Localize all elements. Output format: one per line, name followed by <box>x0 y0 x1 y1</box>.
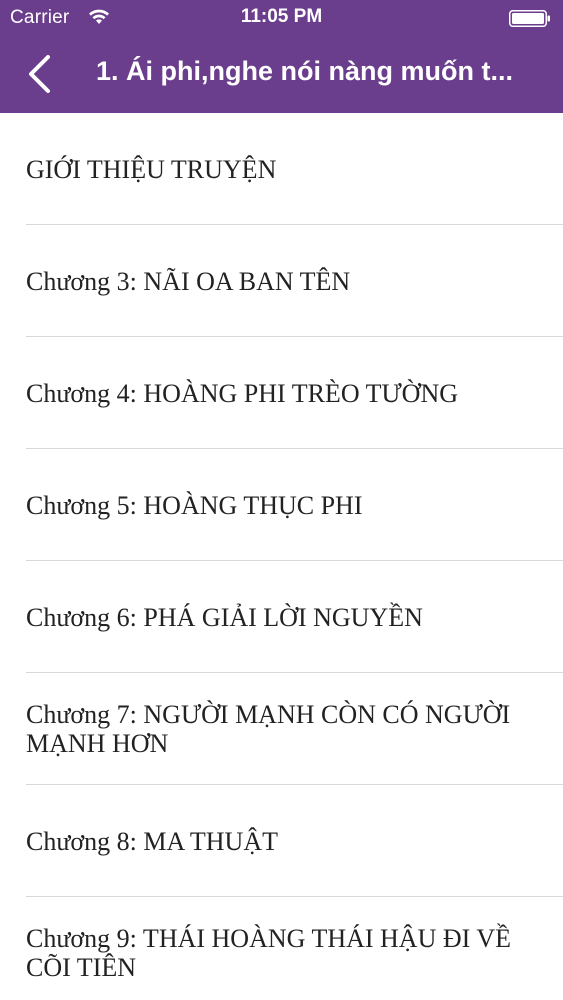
clock: 11:05 PM <box>240 6 323 27</box>
chapter-label: Chương 4: HOÀNG PHI TRÈO TƯỜNG <box>26 378 459 408</box>
chapter-label: Chương 6: PHÁ GIẢI LỜI NGUYỀN <box>26 602 423 632</box>
status-bar: Carrier 11:05 PM <box>0 0 563 38</box>
chevron-left-icon <box>29 55 50 93</box>
chapter-row-4[interactable]: Chương 4: HOÀNG PHI TRÈO TƯỜNG <box>0 337 563 449</box>
chapter-label: Chương 8: MA THUẬT <box>26 826 278 856</box>
chapter-row-9[interactable]: Chương 9: THÁI HOÀNG THÁI HẬU ĐI VỀ CÕI … <box>0 897 563 1000</box>
chapter-row-6[interactable]: Chương 6: PHÁ GIẢI LỜI NGUYỀN <box>0 561 563 673</box>
chapter-label: Chương 7: NGƯỜI MẠNH CÒN CÓ NGƯỜI MẠNH H… <box>26 700 511 758</box>
chapter-row-3[interactable]: Chương 3: NÃI OA BAN TÊN <box>0 225 563 337</box>
page-title: 1. Ái phi,nghe nói nàng muốn t... <box>96 56 513 86</box>
chapter-row-intro[interactable]: GIỚI THIỆU TRUYỆN <box>0 113 563 225</box>
chapter-label: Chương 9: THÁI HOÀNG THÁI HẬU ĐI VỀ CÕI … <box>26 924 511 982</box>
chapter-label: Chương 5: HOÀNG THỤC PHI <box>26 490 363 520</box>
header: Carrier 11:05 PM 1. Ái phi,nghe nói nàng… <box>0 0 563 113</box>
back-button[interactable] <box>26 52 70 96</box>
chapter-row-7[interactable]: Chương 7: NGƯỜI MẠNH CÒN CÓ NGƯỜI MẠNH H… <box>0 673 563 785</box>
chapter-list: GIỚI THIỆU TRUYỆN Chương 3: NÃI OA BAN T… <box>0 113 563 1000</box>
battery-icon <box>509 10 550 27</box>
chapter-row-8[interactable]: Chương 8: MA THUẬT <box>0 785 563 897</box>
chapter-label: Chương 3: NÃI OA BAN TÊN <box>26 266 351 296</box>
chapter-label: GIỚI THIỆU TRUYỆN <box>26 154 277 184</box>
chapter-row-5[interactable]: Chương 5: HOÀNG THỤC PHI <box>0 449 563 561</box>
navigation-bar: 1. Ái phi,nghe nói nàng muốn t... <box>0 38 563 113</box>
